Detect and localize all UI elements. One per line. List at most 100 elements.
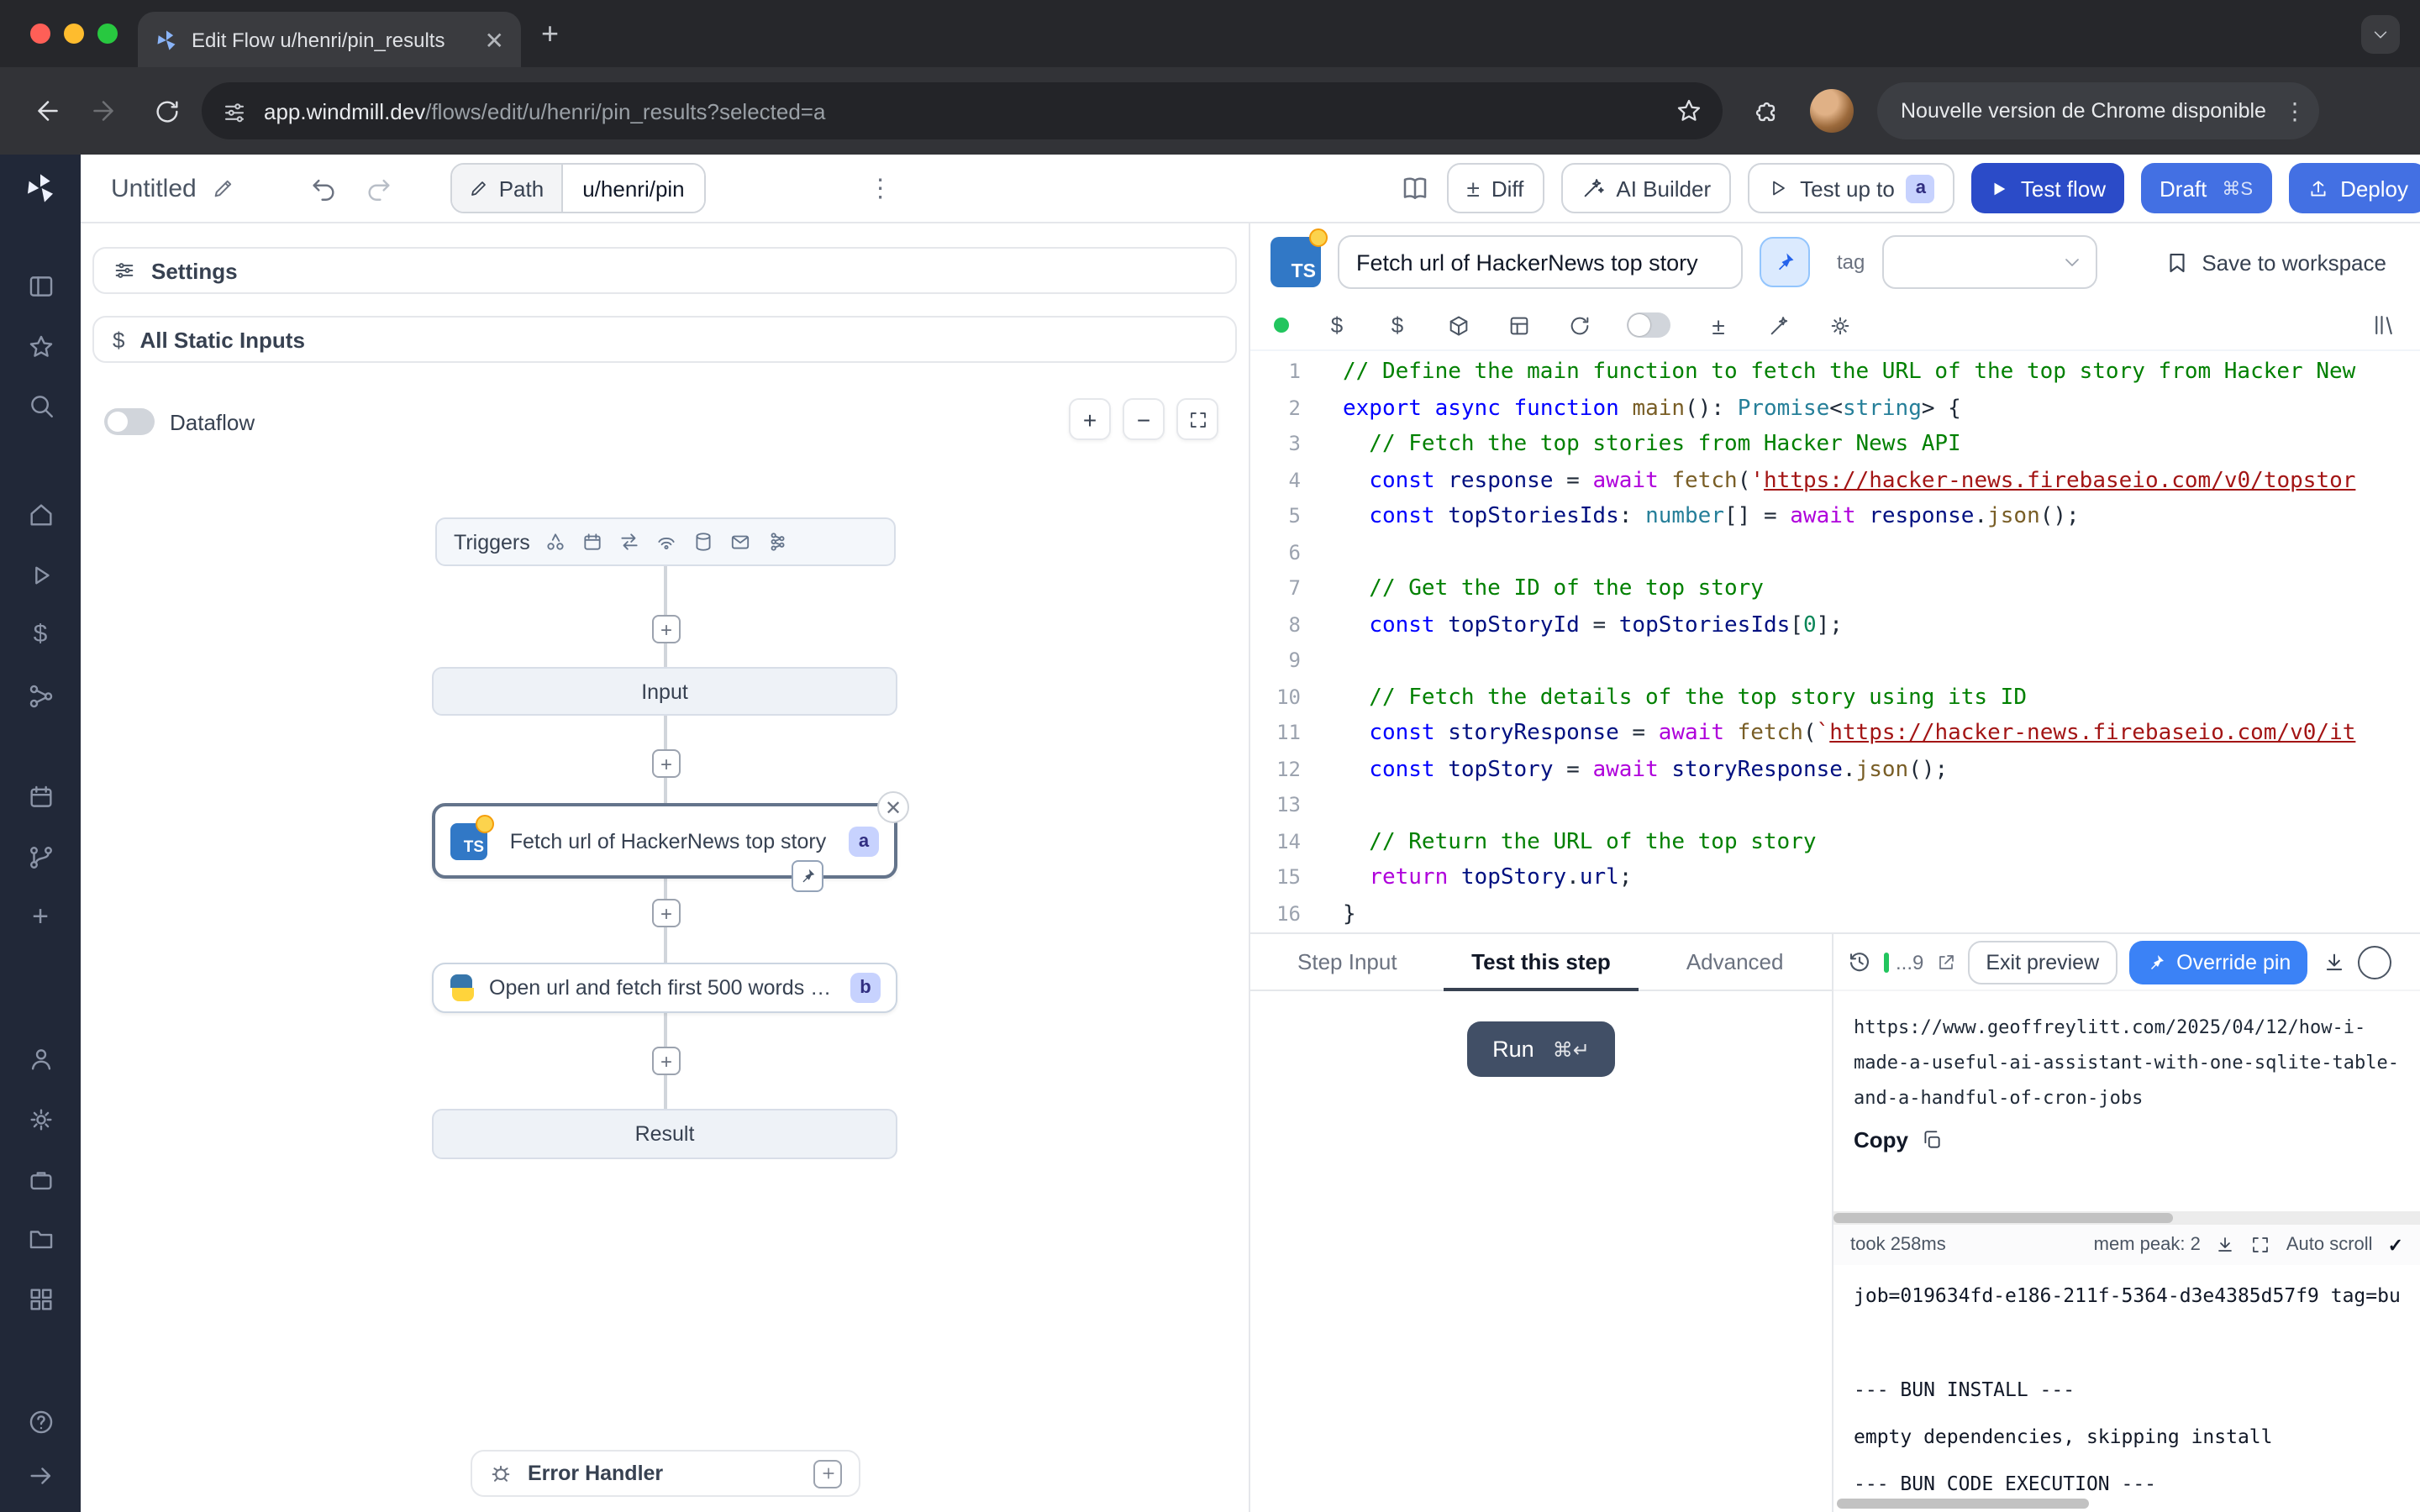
expand-logs-icon[interactable] — [2251, 1235, 2271, 1255]
download-result-icon[interactable] — [2323, 950, 2346, 974]
code-line[interactable]: 12 const topStory = await storyResponse.… — [1250, 752, 2420, 788]
save-to-workspace-button[interactable]: Save to workspace — [2165, 249, 2400, 275]
add-icon[interactable]: + — [24, 900, 57, 934]
omnibox[interactable]: app.windmill.dev/flows/edit/u/henri/pin_… — [202, 82, 1723, 139]
path-button[interactable]: Path u/henri/pin — [450, 163, 707, 213]
code-line[interactable]: 10 // Fetch the details of the top story… — [1250, 680, 2420, 716]
add-step-button[interactable]: + — [652, 899, 681, 927]
bookmark-star-icon[interactable] — [1676, 97, 1702, 124]
minimize-window-button[interactable] — [64, 24, 84, 44]
code-line[interactable]: 7 // Get the ID of the top story — [1250, 571, 2420, 607]
pin-indicator-icon[interactable] — [792, 860, 823, 892]
postgres-icon[interactable] — [693, 531, 715, 553]
history-icon[interactable] — [1847, 949, 1872, 974]
add-step-button[interactable]: + — [652, 749, 681, 778]
fit-view-button[interactable] — [1176, 398, 1218, 440]
result-output[interactable]: https://www.geoffreylitt.com/2025/04/12/… — [1833, 991, 2420, 1211]
star-icon[interactable] — [24, 329, 57, 363]
all-static-inputs-row[interactable]: $ All Static Inputs — [92, 316, 1237, 363]
forward-button[interactable] — [84, 89, 128, 133]
maximize-window-button[interactable] — [97, 24, 118, 44]
download-logs-icon[interactable] — [2216, 1235, 2236, 1255]
code-line[interactable]: 13 — [1250, 788, 2420, 824]
plus-minus-icon[interactable]: ± — [1706, 312, 1731, 338]
exit-preview-button[interactable]: Exit preview — [1967, 940, 2118, 984]
delete-step-icon[interactable]: ✕ — [877, 791, 909, 823]
test-flow-button[interactable]: Test flow — [1972, 163, 2124, 213]
kafka-icon[interactable] — [767, 531, 789, 553]
deploy-button[interactable]: Deploy — [2288, 163, 2420, 213]
code-line[interactable]: 11 const storyResponse = await fetch(`ht… — [1250, 716, 2420, 752]
help-icon[interactable] — [24, 1404, 57, 1438]
folders-icon[interactable] — [24, 1221, 57, 1255]
site-info-icon[interactable] — [222, 98, 247, 123]
log-output[interactable]: job=019634fd-e186-211f-5364-d3e4385d57f9… — [1833, 1265, 2420, 1497]
search-icon[interactable] — [24, 388, 57, 422]
docs-book-icon[interactable] — [1399, 173, 1429, 203]
user-icon[interactable] — [24, 1042, 57, 1075]
step-node-b[interactable]: Open url and fetch first 500 words of ..… — [432, 963, 897, 1013]
flows-icon[interactable] — [24, 840, 57, 874]
browser-tab[interactable]: Edit Flow u/henri/pin_results ✕ — [138, 12, 521, 67]
triggers-node[interactable]: Triggers — [435, 517, 896, 566]
close-window-button[interactable] — [30, 24, 50, 44]
schedules-icon[interactable] — [24, 780, 57, 813]
override-pin-button[interactable]: Override pin — [2129, 940, 2307, 984]
ai-builder-button[interactable]: AI Builder — [1560, 163, 1731, 213]
workers-icon[interactable] — [24, 1163, 57, 1196]
apps-grid-icon[interactable] — [24, 1282, 57, 1315]
tab-advanced[interactable]: Advanced — [1638, 934, 1832, 990]
add-resource-icon[interactable]: $ — [1385, 312, 1410, 338]
email-icon[interactable] — [730, 531, 752, 553]
code-line[interactable]: 9 — [1250, 643, 2420, 680]
dataflow-toggle[interactable] — [104, 408, 155, 435]
reload-button[interactable] — [145, 89, 188, 133]
code-line[interactable]: 4 const response = await fetch('https://… — [1250, 463, 2420, 499]
extensions-icon[interactable] — [1743, 89, 1786, 133]
code-line[interactable]: 1// Define the main function to fetch th… — [1250, 354, 2420, 391]
reset-icon[interactable] — [1566, 312, 1591, 338]
new-tab-button[interactable]: + — [541, 18, 559, 49]
open-run-external-icon[interactable] — [1935, 952, 1955, 972]
test-up-to-button[interactable]: Test up to a — [1748, 163, 1955, 213]
dependencies-icon[interactable] — [1506, 312, 1531, 338]
diff-button[interactable]: ± Diff — [1446, 163, 1544, 213]
webhook-icon[interactable] — [545, 531, 567, 553]
code-line[interactable]: 2export async function main(): Promise<s… — [1250, 391, 2420, 427]
input-node[interactable]: Input — [432, 667, 897, 716]
step-node-a[interactable]: TS Fetch url of HackerNews top story a ✕ — [432, 803, 897, 879]
zoom-out-button[interactable]: − — [1123, 398, 1165, 440]
back-button[interactable] — [24, 89, 67, 133]
windmill-logo[interactable] — [24, 171, 57, 205]
log-horizontal-scrollbar[interactable] — [1833, 1497, 2420, 1512]
tab-search-button[interactable] — [2361, 15, 2400, 54]
code-line[interactable]: 15 return topStory.url; — [1250, 860, 2420, 896]
add-step-button[interactable]: + — [652, 615, 681, 643]
redo-icon[interactable] — [365, 174, 393, 202]
columns-icon[interactable] — [24, 269, 57, 302]
pin-toggle-button[interactable] — [1760, 237, 1810, 287]
result-node[interactable]: Result — [432, 1109, 897, 1159]
undo-icon[interactable] — [309, 174, 338, 202]
edit-title-pencil-icon[interactable] — [212, 176, 235, 200]
editor-settings-icon[interactable] — [1827, 312, 1852, 338]
auto-scroll-checkbox[interactable]: ✓ — [2388, 1234, 2403, 1256]
tab-test-this-step[interactable]: Test this step — [1444, 934, 1639, 990]
draft-button[interactable]: Draft ⌘S — [2141, 163, 2271, 213]
settings-icon[interactable] — [24, 1102, 57, 1136]
step-title-input[interactable]: Fetch url of HackerNews top story — [1338, 235, 1743, 289]
run-history-badge[interactable]: ...9 — [1884, 950, 1923, 974]
run-button[interactable]: Run ⌘↵ — [1467, 1021, 1615, 1077]
code-editor[interactable]: 1// Define the main function to fetch th… — [1250, 351, 2420, 932]
collapse-sidebar-icon[interactable] — [24, 1458, 57, 1492]
resources-icon[interactable] — [24, 679, 57, 712]
more-options-icon[interactable]: ⋮ — [868, 173, 893, 203]
ai-gen-icon[interactable] — [1766, 312, 1791, 338]
code-line[interactable]: 3 // Fetch the top stories from Hacker N… — [1250, 427, 2420, 463]
home-icon[interactable] — [24, 497, 57, 531]
schedule-icon[interactable] — [582, 531, 604, 553]
add-error-handler-icon[interactable] — [813, 1459, 842, 1488]
tab-close-icon[interactable]: ✕ — [485, 28, 504, 51]
runs-icon[interactable] — [24, 558, 57, 591]
zoom-in-button[interactable]: + — [1069, 398, 1111, 440]
